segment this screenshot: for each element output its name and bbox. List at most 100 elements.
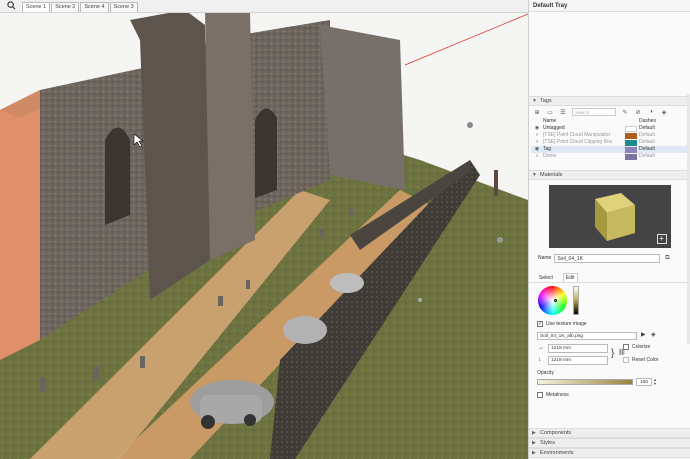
- material-name-label: Name: [538, 255, 552, 261]
- eye-hidden-icon[interactable]: ○: [531, 139, 543, 146]
- chevron-right-icon: ▶: [532, 430, 536, 436]
- point-cloud-scene[interactable]: [0, 0, 528, 459]
- height-arrow-icon: ↕: [538, 357, 541, 363]
- tags-table: Name Dashes ◉ Untagged Default ○ [TSE] P…: [531, 118, 688, 160]
- tag-color-swatch[interactable]: [625, 139, 637, 146]
- add-tag-icon[interactable]: ⊕: [533, 108, 541, 116]
- tag-row[interactable]: ◉ Tag Default: [531, 146, 688, 153]
- play-icon[interactable]: ▶: [641, 331, 646, 338]
- tags-search-input[interactable]: Search: [572, 108, 616, 116]
- use-texture-label: Use texture image: [546, 321, 587, 327]
- texture-edit-icon[interactable]: ◈: [651, 331, 656, 338]
- default-tray: Default Tray ▼ Tags ⊕ ▭ ☰ Search ✎ ⊘ ◑ ◈…: [528, 0, 690, 459]
- reset-color-row: Reset Color: [623, 357, 658, 363]
- opacity-slider[interactable]: [537, 379, 633, 385]
- environments-panel-title: Environments: [540, 450, 574, 456]
- reset-color-label[interactable]: Reset Color: [632, 357, 658, 363]
- tag-row[interactable]: ○ Dome Default: [531, 153, 688, 160]
- tag-dashes[interactable]: Default: [639, 139, 667, 146]
- material-preview: +: [548, 184, 671, 248]
- tag-dashes[interactable]: Default: [639, 146, 667, 153]
- material-cube-thumbnail: [594, 192, 635, 241]
- chain-icon[interactable]: ⛓: [618, 349, 626, 356]
- more-icon[interactable]: ◈: [660, 108, 668, 116]
- environments-panel-header[interactable]: ▶ Environments: [529, 448, 690, 458]
- link-aspect-icon[interactable]: }: [611, 348, 614, 359]
- scene-tab-2[interactable]: Scene 2: [51, 2, 80, 12]
- use-texture-checkbox[interactable]: ✓: [537, 321, 543, 327]
- opacity-label: Opacity: [537, 370, 554, 376]
- colorize-row: Colorize: [623, 344, 650, 350]
- use-texture-row: ✓ Use texture image: [537, 321, 587, 327]
- material-sub-tabs: Select Edit: [529, 272, 690, 282]
- styles-panel-header[interactable]: ▶ Styles: [529, 438, 690, 448]
- scene-tab-1[interactable]: Scene 1: [22, 2, 51, 12]
- texture-file-input[interactable]: Soil_04_1K_alb.png: [537, 332, 637, 340]
- material-name-row: Name Soil_04_1K ⧉: [529, 252, 690, 264]
- tag-dashes[interactable]: Default: [639, 153, 667, 160]
- materials-panel-header[interactable]: ▼ Materials: [529, 170, 690, 180]
- reset-color-swatch[interactable]: [623, 357, 629, 363]
- colorize-checkbox[interactable]: [623, 344, 629, 350]
- delete-tag-icon[interactable]: ⊘: [634, 108, 642, 116]
- opacity-stepper[interactable]: ▲ ▼: [653, 378, 657, 386]
- create-material-button[interactable]: +: [656, 233, 667, 244]
- tags-panel-header[interactable]: ▼ Tags: [529, 96, 690, 106]
- collapsed-panels: ▶ Components ▶ Styles ▶ Environments: [529, 428, 690, 458]
- tab-edit[interactable]: Edit: [562, 273, 578, 282]
- tag-row[interactable]: ○ [TSE] Point Cloud Manipulator Default: [531, 132, 688, 139]
- tags-toolbar: ⊕ ▭ ☰ Search ✎ ⊘ ◑ ◈: [529, 106, 690, 118]
- eye-hidden-icon[interactable]: ○: [531, 153, 543, 160]
- search-button[interactable]: [0, 0, 22, 12]
- tray-empty-area: [529, 12, 690, 96]
- tray-title: Default Tray: [529, 0, 690, 12]
- material-preview-area: +: [529, 180, 690, 252]
- tag-dashes[interactable]: Default: [639, 132, 667, 139]
- add-folder-icon[interactable]: ▭: [546, 108, 554, 116]
- chevron-down-icon: ▼: [532, 98, 537, 104]
- eye-hidden-icon[interactable]: ○: [531, 132, 543, 139]
- eye-icon[interactable]: ◉: [531, 146, 543, 153]
- duplicate-icon[interactable]: ⧉: [663, 254, 671, 262]
- tag-color-swatch[interactable]: [625, 125, 637, 132]
- material-edit-area: ✓ Use texture image Soil_04_1K_alb.png ▶…: [529, 282, 690, 400]
- tag-name: Tag: [543, 146, 552, 152]
- scene-tab-4[interactable]: Scene 4: [80, 2, 109, 12]
- scene-tab-3[interactable]: Scene 3: [109, 2, 138, 12]
- tag-color-swatch[interactable]: [625, 132, 637, 139]
- color-by-tag-icon[interactable]: ◑: [647, 108, 655, 116]
- materials-panel-title: Materials: [540, 172, 563, 178]
- metalness-checkbox[interactable]: [537, 392, 543, 398]
- color-picker-handle[interactable]: [554, 299, 557, 302]
- tag-color-swatch[interactable]: [625, 146, 637, 153]
- column-name[interactable]: Name: [543, 118, 625, 125]
- components-panel-title: Components: [540, 430, 572, 436]
- tag-name: Dome: [543, 153, 557, 159]
- tag-color-swatch[interactable]: [625, 153, 637, 160]
- opacity-input[interactable]: 100: [636, 378, 652, 386]
- tab-select[interactable]: Select: [537, 274, 555, 282]
- color-wheel[interactable]: [538, 286, 567, 315]
- chevron-right-icon: ▶: [532, 450, 536, 456]
- scene-tab-bar: Scene 1 Scene 2 Scene 4 Scene 3: [0, 0, 528, 13]
- tag-dashes[interactable]: Default: [639, 125, 667, 132]
- tag-row[interactable]: ○ [TSE] Point Cloud Clipping Box Default: [531, 139, 688, 146]
- column-dashes[interactable]: Dashes: [639, 118, 667, 125]
- search-icon: [6, 1, 15, 10]
- tags-table-header: Name Dashes: [531, 118, 688, 125]
- texture-width-input[interactable]: 1219 mm: [548, 344, 608, 353]
- chevron-down-icon: ▼: [532, 172, 537, 178]
- eyedropper-icon[interactable]: ✎: [621, 108, 629, 116]
- eye-icon[interactable]: ◉: [531, 125, 543, 132]
- model-viewport[interactable]: Scene 1 Scene 2 Scene 4 Scene 3: [0, 0, 528, 459]
- material-name-input[interactable]: Soil_04_1K: [554, 253, 661, 263]
- tag-name: [TSE] Point Cloud Manipulator: [543, 132, 611, 138]
- details-icon[interactable]: ☰: [559, 108, 567, 116]
- tag-name: [TSE] Point Cloud Clipping Box: [543, 139, 613, 145]
- tag-name: Untagged: [543, 125, 565, 131]
- components-panel-header[interactable]: ▶ Components: [529, 428, 690, 438]
- metalness-label: Metalness: [546, 392, 569, 398]
- brightness-slider[interactable]: [573, 286, 579, 315]
- tag-row[interactable]: ◉ Untagged Default: [531, 125, 688, 132]
- texture-height-input[interactable]: 1219 mm: [548, 356, 608, 365]
